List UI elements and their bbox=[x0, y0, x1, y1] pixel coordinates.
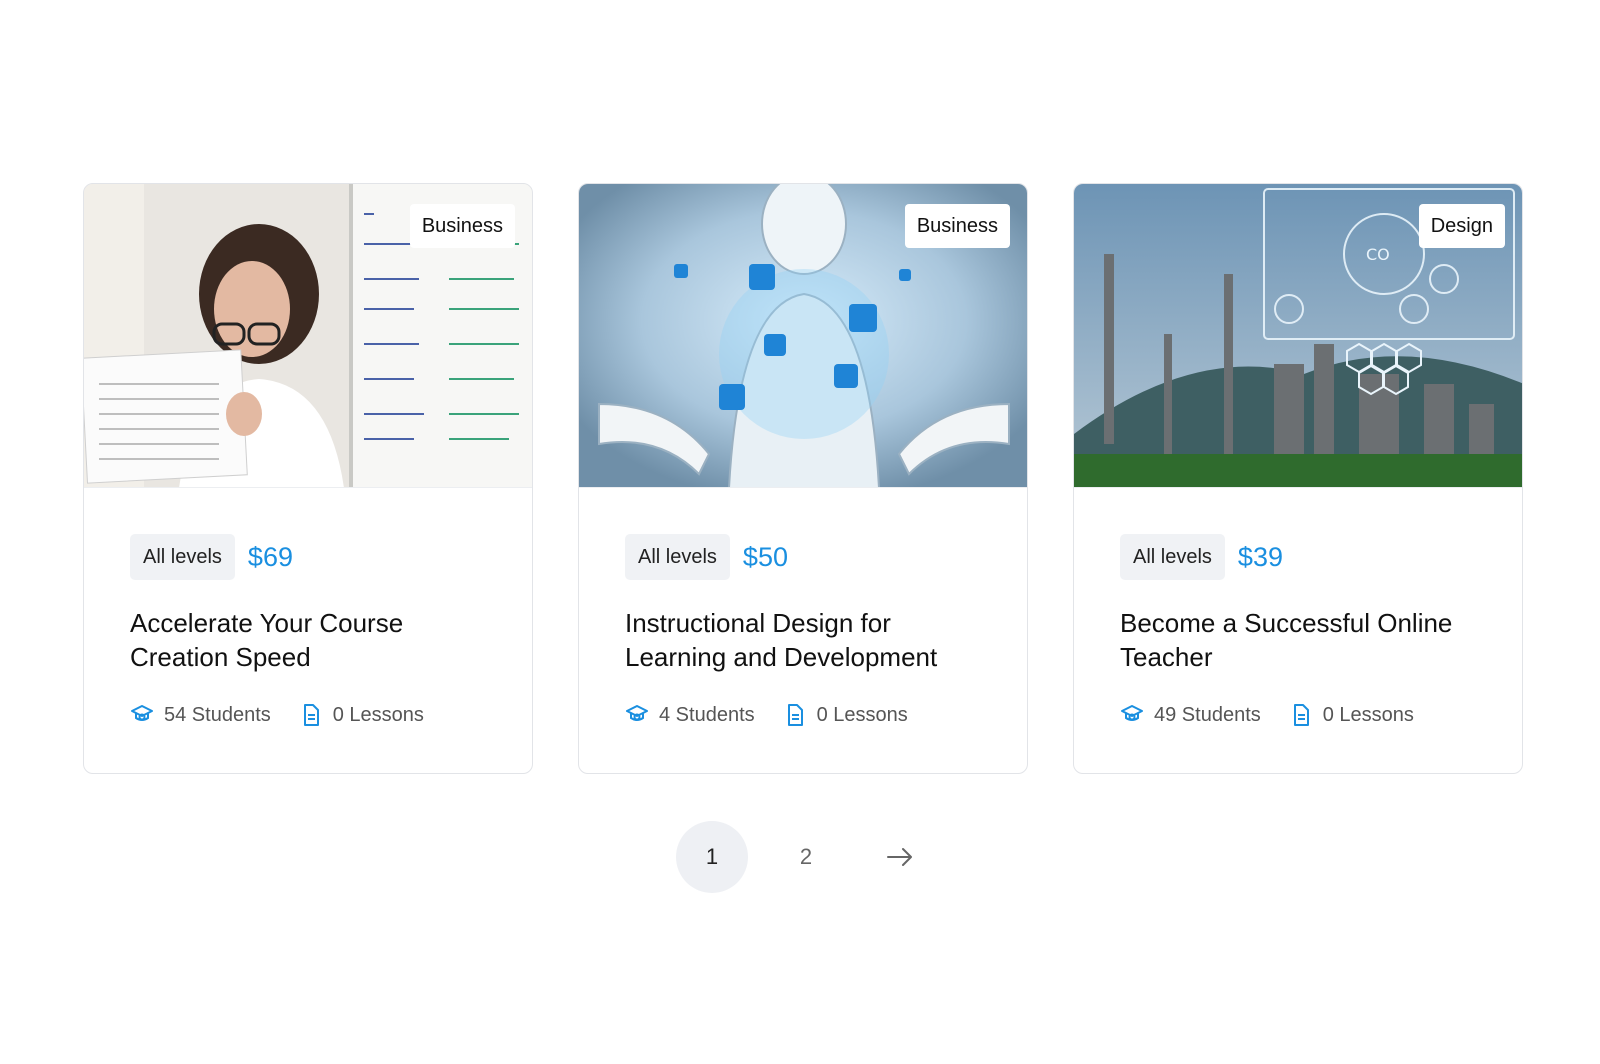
lessons-label: 0 Lessons bbox=[332, 703, 424, 726]
lessons-count: 0 Lessons bbox=[1289, 703, 1414, 727]
price: $39 bbox=[1237, 541, 1283, 572]
document-icon bbox=[1293, 704, 1309, 726]
next-page-button[interactable] bbox=[864, 821, 936, 893]
course-thumbnail[interactable]: Business bbox=[579, 184, 1027, 488]
price: $69 bbox=[247, 541, 293, 572]
graduation-cap-icon bbox=[626, 705, 648, 721]
level-badge: All levels bbox=[1120, 534, 1225, 580]
level-badge: All levels bbox=[625, 534, 730, 580]
students-label: 4 Students bbox=[659, 703, 755, 726]
course-card[interactable]: Business All levels $50 Instructional De… bbox=[578, 183, 1028, 774]
lessons-label: 0 Lessons bbox=[816, 703, 908, 726]
lessons-count: 0 Lessons bbox=[299, 703, 424, 727]
level-badge: All levels bbox=[130, 534, 235, 580]
category-badge[interactable]: Design bbox=[1418, 204, 1505, 248]
students-count: 4 Students bbox=[625, 703, 755, 727]
course-card[interactable]: CO Design All levels $39 Become a Succes… bbox=[1073, 183, 1523, 774]
document-icon bbox=[303, 704, 319, 726]
course-grid: Business All levels $69 Accelerate Your … bbox=[83, 183, 1523, 774]
lessons-label: 0 Lessons bbox=[1322, 703, 1414, 726]
course-thumbnail[interactable]: Business bbox=[84, 184, 532, 488]
students-label: 49 Students bbox=[1154, 703, 1261, 726]
document-icon bbox=[787, 704, 803, 726]
arrow-right-icon bbox=[887, 848, 912, 866]
course-title[interactable]: Instructional Design for Learning and De… bbox=[625, 606, 985, 674]
category-badge[interactable]: Business bbox=[904, 204, 1010, 248]
course-card[interactable]: Business All levels $69 Accelerate Your … bbox=[83, 183, 533, 774]
pagination: 1 2 bbox=[676, 821, 936, 893]
course-title[interactable]: Become a Successful Online Teacher bbox=[1120, 606, 1480, 674]
page-button-1[interactable]: 1 bbox=[676, 821, 748, 893]
graduation-cap-icon bbox=[1121, 705, 1143, 721]
category-badge[interactable]: Business bbox=[409, 204, 515, 248]
students-count: 49 Students bbox=[1120, 703, 1261, 727]
graduation-cap-icon bbox=[131, 705, 153, 721]
course-title[interactable]: Accelerate Your Course Creation Speed bbox=[130, 606, 490, 674]
students-label: 54 Students bbox=[164, 703, 271, 726]
course-thumbnail[interactable]: CO Design bbox=[1074, 184, 1522, 488]
page-button-2[interactable]: 2 bbox=[770, 821, 842, 893]
price: $50 bbox=[742, 541, 788, 572]
students-count: 54 Students bbox=[130, 703, 271, 727]
svg-text:CO: CO bbox=[1366, 245, 1390, 264]
lessons-count: 0 Lessons bbox=[783, 703, 908, 727]
